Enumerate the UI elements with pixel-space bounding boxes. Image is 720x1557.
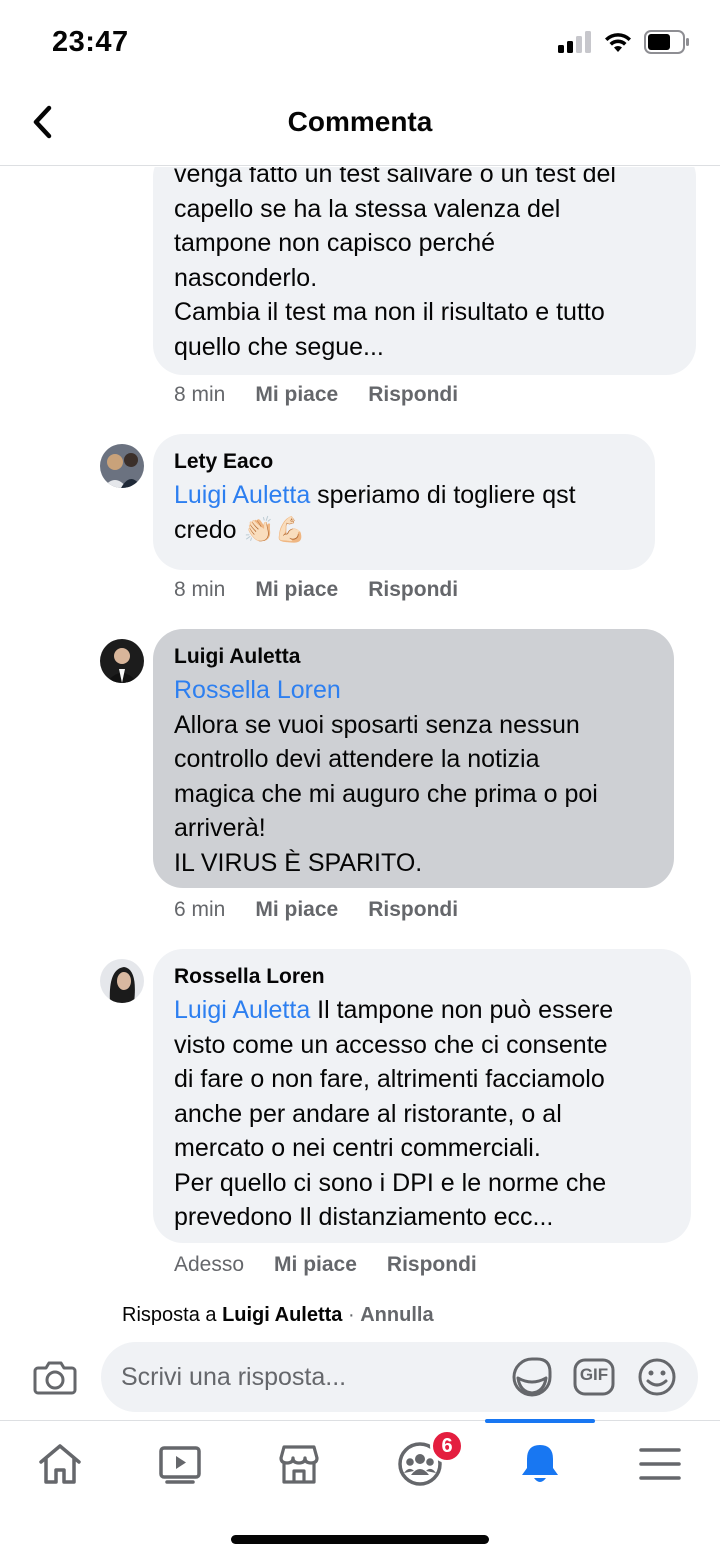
avatar-photo (100, 639, 144, 683)
groups-notification-badge: 6 (430, 1429, 464, 1463)
comment-actions: Adesso Mi piace Rispondi (174, 1253, 477, 1277)
reply-button[interactable]: Rispondi (368, 898, 458, 922)
page-title: Commenta (287, 106, 433, 137)
header: Commenta (0, 86, 720, 166)
gif-label: GIF (579, 1365, 609, 1384)
home-icon (39, 1444, 81, 1484)
like-button[interactable]: Mi piace (255, 578, 338, 602)
comment-time: 8 min (174, 383, 226, 406)
like-button[interactable]: Mi piace (255, 898, 338, 922)
tab-notifications[interactable] (510, 1439, 570, 1489)
wifi-icon (605, 33, 631, 52)
status-time: 23:47 (52, 26, 129, 58)
comment-actions: 6 min Mi piace Rispondi (174, 898, 458, 922)
reply-input[interactable] (121, 1342, 501, 1412)
cancel-reply-button[interactable]: Annulla (360, 1304, 433, 1326)
comment-time: Adesso (174, 1253, 245, 1276)
sticker-icon (512, 1357, 552, 1397)
like-button[interactable]: Mi piace (255, 383, 338, 407)
comment-author[interactable]: Luigi Auletta (174, 643, 653, 671)
comment-bubble[interactable]: Luigi Auletta Rossella Loren Allora se v… (153, 629, 674, 888)
comment-author[interactable]: Rossella Loren (174, 963, 670, 991)
comment-time: 8 min (174, 578, 226, 601)
status-icons (558, 30, 690, 54)
comment-time: 6 min (174, 898, 226, 921)
tab-marketplace[interactable] (269, 1439, 329, 1489)
avatar[interactable] (100, 444, 144, 488)
sticker-button[interactable] (511, 1356, 553, 1398)
gif-button[interactable]: GIF (573, 1356, 615, 1398)
comment-actions: 8 min Mi piace Rispondi (174, 578, 458, 602)
reply-banner-text: Risposta a Luigi Auletta · Annulla (122, 1304, 434, 1327)
comment-text: Luigi Auletta Il tampone non può essere … (174, 993, 670, 1235)
home-indicator (231, 1535, 489, 1544)
avatar[interactable] (100, 959, 144, 1003)
comment-bubble[interactable]: Lety Eaco Luigi Auletta speriamo di togl… (153, 434, 655, 570)
comment-composer: GIF (0, 1340, 720, 1420)
emoji-button[interactable] (636, 1356, 678, 1398)
reply-separator: · (348, 1304, 355, 1326)
comment-bubble[interactable]: venga fatto un test salivare o un test d… (153, 167, 696, 375)
comments-feed[interactable]: venga fatto un test salivare o un test d… (0, 167, 720, 1287)
status-bar: 23:47 (0, 0, 720, 86)
mention-link[interactable]: Luigi Auletta (174, 996, 310, 1024)
bottom-navigation: 6 (0, 1419, 720, 1557)
comment-actions: 8 min Mi piace Rispondi (174, 383, 458, 407)
bell-icon (522, 1445, 558, 1482)
comment-text: Rossella Loren Allora se vuoi sposarti s… (174, 673, 653, 880)
like-button[interactable]: Mi piace (274, 1253, 357, 1277)
reply-target-name: Luigi Auletta (222, 1304, 343, 1326)
camera-icon (33, 1361, 77, 1395)
tab-home[interactable] (30, 1439, 90, 1489)
comment-body: Allora se vuoi sposarti senza nessun con… (174, 710, 598, 877)
marketplace-store-icon (279, 1445, 319, 1484)
mention-link[interactable]: Luigi Auletta (174, 481, 310, 509)
reply-banner: Risposta a Luigi Auletta · Annulla (0, 1290, 720, 1340)
comment-bubble[interactable]: Rossella Loren Luigi Auletta Il tampone … (153, 949, 691, 1243)
tab-watch[interactable] (150, 1439, 210, 1489)
active-tab-indicator (485, 1419, 595, 1423)
comment-text: Luigi Auletta speriamo di togliere qst c… (174, 478, 634, 547)
emoji-icon (638, 1358, 676, 1396)
comment-text: venga fatto un test salivare o un test d… (174, 167, 616, 361)
reply-prefix: Risposta a (122, 1304, 217, 1326)
comment-author[interactable]: Lety Eaco (174, 448, 634, 476)
camera-button[interactable] (32, 1354, 78, 1400)
reply-input-wrapper[interactable]: GIF (101, 1342, 698, 1412)
video-play-icon (159, 1446, 201, 1484)
cellular-signal-icon (558, 31, 591, 53)
reply-button[interactable]: Rispondi (368, 383, 458, 407)
avatar[interactable] (100, 639, 144, 683)
hamburger-menu-icon (639, 1448, 681, 1480)
avatar-photo (100, 444, 144, 488)
mention-link[interactable]: Rossella Loren (174, 676, 341, 704)
battery-icon (644, 30, 689, 54)
reply-button[interactable]: Rispondi (368, 578, 458, 602)
avatar-photo (100, 959, 144, 1003)
reply-button[interactable]: Rispondi (387, 1253, 477, 1277)
tab-menu[interactable] (630, 1439, 690, 1489)
comment-body: Il tampone non può essere visto come un … (174, 996, 614, 1231)
